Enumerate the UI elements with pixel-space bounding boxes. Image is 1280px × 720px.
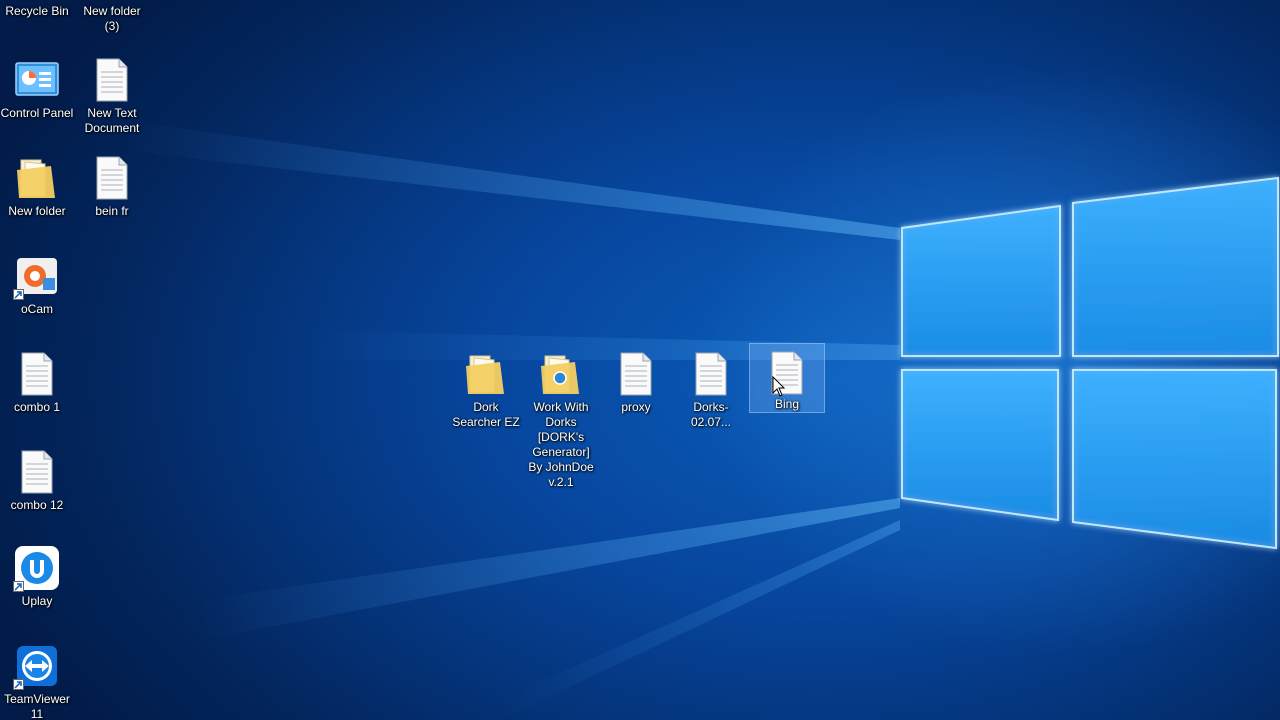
text-document-icon <box>13 448 61 496</box>
desktop[interactable]: Recycle Bin New folder (3) Control Panel <box>0 0 1280 720</box>
desktop-icon-label: TeamViewer 11 <box>4 692 70 720</box>
folder-icon <box>462 350 510 398</box>
desktop-icon-proxy[interactable]: proxy <box>599 346 673 415</box>
desktop-icon-label: oCam <box>20 302 53 316</box>
shortcut-arrow-icon <box>13 679 24 690</box>
desktop-icon-dorks-02-07[interactable]: Dorks-02.07... <box>674 346 748 430</box>
desktop-icon-bing[interactable]: Bing <box>749 343 825 413</box>
desktop-icon-label: Dorks-02.07... <box>690 400 732 429</box>
uplay-icon <box>13 544 61 592</box>
desktop-icon-label: Dork Searcher EZ <box>452 400 520 429</box>
desktop-icon-label: Control Panel <box>0 106 74 120</box>
text-document-icon <box>13 350 61 398</box>
desktop-icon-new-text-document[interactable]: New Text Document <box>75 52 149 136</box>
desktop-icon-label: New Text Document <box>84 106 140 135</box>
recycle-bin-icon <box>13 0 61 2</box>
mouse-cursor-icon <box>772 376 786 397</box>
desktop-icon-combo-1[interactable]: combo 1 <box>0 346 74 415</box>
desktop-icon-work-with-dorks[interactable]: Work With Dorks [DORK's Generator] By Jo… <box>524 346 598 490</box>
text-document-icon <box>763 350 811 395</box>
desktop-icon-label: combo 12 <box>10 498 64 512</box>
text-document-icon <box>687 350 735 398</box>
desktop-icon-new-folder-3[interactable]: New folder (3) <box>75 0 149 34</box>
desktop-icon-teamviewer[interactable]: TeamViewer 11 <box>0 638 74 720</box>
control-panel-icon <box>13 56 61 104</box>
desktop-icon-label: proxy <box>621 400 651 414</box>
desktop-icon-recycle-bin[interactable]: Recycle Bin <box>0 0 74 19</box>
desktop-icon-uplay[interactable]: Uplay <box>0 540 74 609</box>
folder-icon <box>88 0 136 2</box>
desktop-icon-label: Bing <box>774 397 800 411</box>
text-document-icon <box>612 350 660 398</box>
desktop-icon-bein-fr[interactable]: bein fr <box>75 150 149 219</box>
folder-icon <box>13 154 61 202</box>
desktop-icon-label: New folder (3) <box>83 4 141 33</box>
desktop-icon-label: Work With Dorks [DORK's Generator] By Jo… <box>528 400 594 489</box>
desktop-icon-label: New folder <box>8 204 66 218</box>
desktop-icon-label: Recycle Bin <box>5 4 69 18</box>
ocam-icon <box>13 252 61 300</box>
text-document-icon <box>88 56 136 104</box>
desktop-icon-new-folder[interactable]: New folder <box>0 150 74 219</box>
shortcut-arrow-icon <box>13 581 24 592</box>
folder-icon <box>537 350 585 398</box>
text-document-icon <box>88 154 136 202</box>
desktop-icon-dork-searcher-ez[interactable]: Dork Searcher EZ <box>449 346 523 430</box>
desktop-icon-control-panel[interactable]: Control Panel <box>0 52 74 121</box>
desktop-icon-combo-12[interactable]: combo 12 <box>0 444 74 513</box>
desktop-icon-label: combo 1 <box>13 400 61 414</box>
desktop-icon-ocam[interactable]: oCam <box>0 248 74 317</box>
shortcut-arrow-icon <box>13 289 24 300</box>
desktop-icon-label: Uplay <box>21 594 53 608</box>
desktop-icon-label: bein fr <box>95 204 129 218</box>
teamviewer-icon <box>13 642 61 690</box>
